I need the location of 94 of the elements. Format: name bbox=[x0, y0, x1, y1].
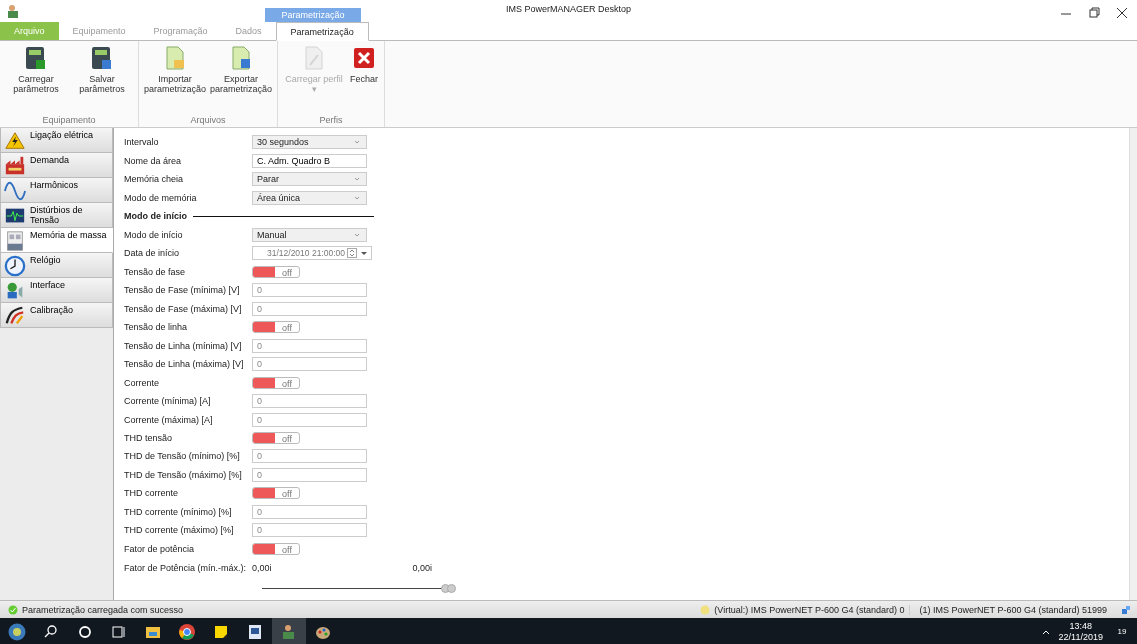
network-icon bbox=[1121, 604, 1131, 615]
input-field[interactable]: 0 bbox=[252, 283, 367, 298]
ribbon-tab[interactable]: Parametrização bbox=[275, 22, 369, 41]
field-label: Data de início bbox=[124, 248, 181, 259]
input-field[interactable]: 0 bbox=[252, 412, 367, 427]
field-label: Corrente (máxima) [A] bbox=[124, 414, 214, 425]
field-label: Tensão de Fase (máxima) [V] bbox=[124, 303, 243, 314]
clock-date: 22/11/2019 bbox=[1058, 631, 1103, 643]
app-icon[interactable] bbox=[272, 618, 306, 644]
sidebar-item[interactable]: Ligação elétrica bbox=[0, 128, 113, 153]
window-title: IMS PowerMANAGER Desktop bbox=[505, 4, 631, 14]
field-label: Tensão de Linha (máxima) [V] bbox=[124, 359, 245, 370]
field-label: Corrente bbox=[124, 377, 160, 388]
clock-time: 13:48 bbox=[1069, 620, 1093, 632]
ribbon-button[interactable]: Salvar parâmetros bbox=[69, 41, 135, 115]
field-label: Modo de memória bbox=[124, 192, 198, 203]
input-field[interactable]: 0 bbox=[252, 449, 367, 464]
app-icon bbox=[6, 4, 20, 18]
input-field[interactable]: 0 bbox=[252, 394, 367, 408]
ribbon-tab[interactable]: Programação bbox=[139, 22, 222, 40]
toggle-switch[interactable]: off bbox=[252, 265, 300, 278]
group-label: Equipamento bbox=[41, 115, 97, 127]
connection-status: (Virtual:) IMS PowerNET P-600 G4 (standard) 0 bbox=[714, 604, 905, 615]
input-field[interactable]: 0 bbox=[252, 357, 367, 372]
sidebar-item[interactable]: Demanda bbox=[0, 153, 113, 178]
field-label: THD corrente (máximo) [%] bbox=[124, 525, 235, 536]
input-field[interactable]: 0 bbox=[252, 338, 367, 353]
field-label: Intervalo bbox=[124, 137, 160, 148]
input-field[interactable]: 0 bbox=[252, 523, 367, 538]
slider-handle[interactable] bbox=[447, 584, 456, 594]
input-field[interactable]: C. Adm. Quadro B bbox=[252, 153, 367, 168]
toggle-switch[interactable]: off bbox=[252, 376, 300, 389]
min-value: 0,00i bbox=[252, 562, 272, 573]
status-message: Parametrização carregada com sucesso bbox=[22, 604, 184, 615]
sine-wave-icon bbox=[4, 180, 26, 202]
field-label: Corrente (mínima) [A] bbox=[124, 396, 212, 406]
input-field[interactable]: 0 bbox=[252, 504, 367, 519]
field-label: THD tensão bbox=[124, 433, 174, 443]
field-label: THD de Tensão (máximo) [%] bbox=[124, 469, 243, 480]
factory-icon bbox=[4, 155, 26, 177]
dropdown[interactable]: Área única bbox=[252, 190, 367, 205]
ribbon-button[interactable]: Importar parametrização bbox=[142, 41, 208, 115]
group-label: Perfis bbox=[318, 115, 344, 127]
input-field[interactable]: 0 bbox=[252, 301, 367, 316]
connection-status: (1) IMS PowerNET P-600 G4 (standard) 51999 bbox=[908, 604, 1117, 615]
field-label: Tensão de fase bbox=[124, 266, 187, 277]
scrollbar[interactable] bbox=[1129, 128, 1137, 600]
device-icon bbox=[700, 604, 711, 615]
context-tab-header: Parametrização bbox=[265, 8, 361, 22]
field-label: Tensão de Fase (mínima) [V] bbox=[124, 285, 241, 296]
field-label: THD corrente (mínimo) [%] bbox=[124, 506, 233, 517]
lightning-icon bbox=[4, 130, 26, 152]
close-icon[interactable] bbox=[1115, 6, 1129, 20]
section-heading: Modo de início bbox=[124, 211, 187, 222]
calibration-icon bbox=[4, 305, 26, 327]
sidebar-item[interactable]: Distúrbios de Tensão bbox=[0, 203, 113, 228]
ribbon-tab[interactable]: Equipamento bbox=[58, 22, 140, 40]
dropdown[interactable]: Manual bbox=[252, 227, 367, 242]
sidebar-item[interactable]: Harmônicos bbox=[0, 178, 113, 203]
ribbon-tab[interactable]: Dados bbox=[221, 22, 276, 40]
sidebar-item[interactable]: Memória de massa bbox=[0, 228, 113, 253]
field-label: Tensão de linha bbox=[124, 322, 189, 333]
spinner-icon[interactable] bbox=[347, 248, 357, 259]
group-label: Arquivos bbox=[189, 115, 227, 127]
close-icon bbox=[351, 45, 377, 71]
dropdown[interactable]: Parar bbox=[252, 172, 367, 187]
ribbon-button[interactable]: Fechar bbox=[347, 41, 381, 115]
max-value: 0,00i bbox=[412, 562, 432, 573]
log-file-icon bbox=[4, 230, 26, 252]
toggle-switch[interactable]: off bbox=[252, 487, 300, 500]
dropdown[interactable]: 30 segundos bbox=[252, 135, 367, 150]
success-icon bbox=[8, 604, 18, 615]
start-icon[interactable] bbox=[8, 622, 26, 641]
field-label: Memória cheia bbox=[124, 174, 185, 185]
toggle-switch[interactable]: off bbox=[252, 542, 300, 555]
input-field[interactable]: 0 bbox=[252, 467, 367, 482]
field-label: Modo de início bbox=[124, 229, 184, 240]
notification-button[interactable]: 19 bbox=[1111, 621, 1133, 642]
field-label: Tensão de Linha (mínima) [V] bbox=[124, 340, 243, 351]
ribbon-button[interactable]: Carregar parâmetros bbox=[3, 41, 69, 115]
field-label: THD de Tensão (mínimo) [%] bbox=[124, 451, 241, 462]
clock-icon bbox=[4, 255, 26, 277]
date-field[interactable]: 31/12/2010 21:00:00 bbox=[252, 246, 372, 261]
sidebar-item[interactable]: Interface bbox=[0, 278, 113, 303]
field-label: Fator de potência bbox=[124, 543, 196, 554]
field-label: Nome da área bbox=[124, 155, 183, 166]
field-label: THD corrente bbox=[124, 488, 179, 499]
field-label: Fator de Potência (mín.-máx.): bbox=[124, 562, 248, 573]
toggle-switch[interactable]: off bbox=[252, 432, 300, 444]
ribbon-button[interactable]: Exportar parametrização bbox=[208, 41, 274, 115]
sidebar-item[interactable]: Calibração bbox=[0, 303, 113, 328]
sidebar-item[interactable]: Relógio bbox=[0, 253, 113, 278]
toggle-switch[interactable]: off bbox=[252, 321, 300, 334]
restore-icon[interactable] bbox=[1087, 6, 1101, 20]
